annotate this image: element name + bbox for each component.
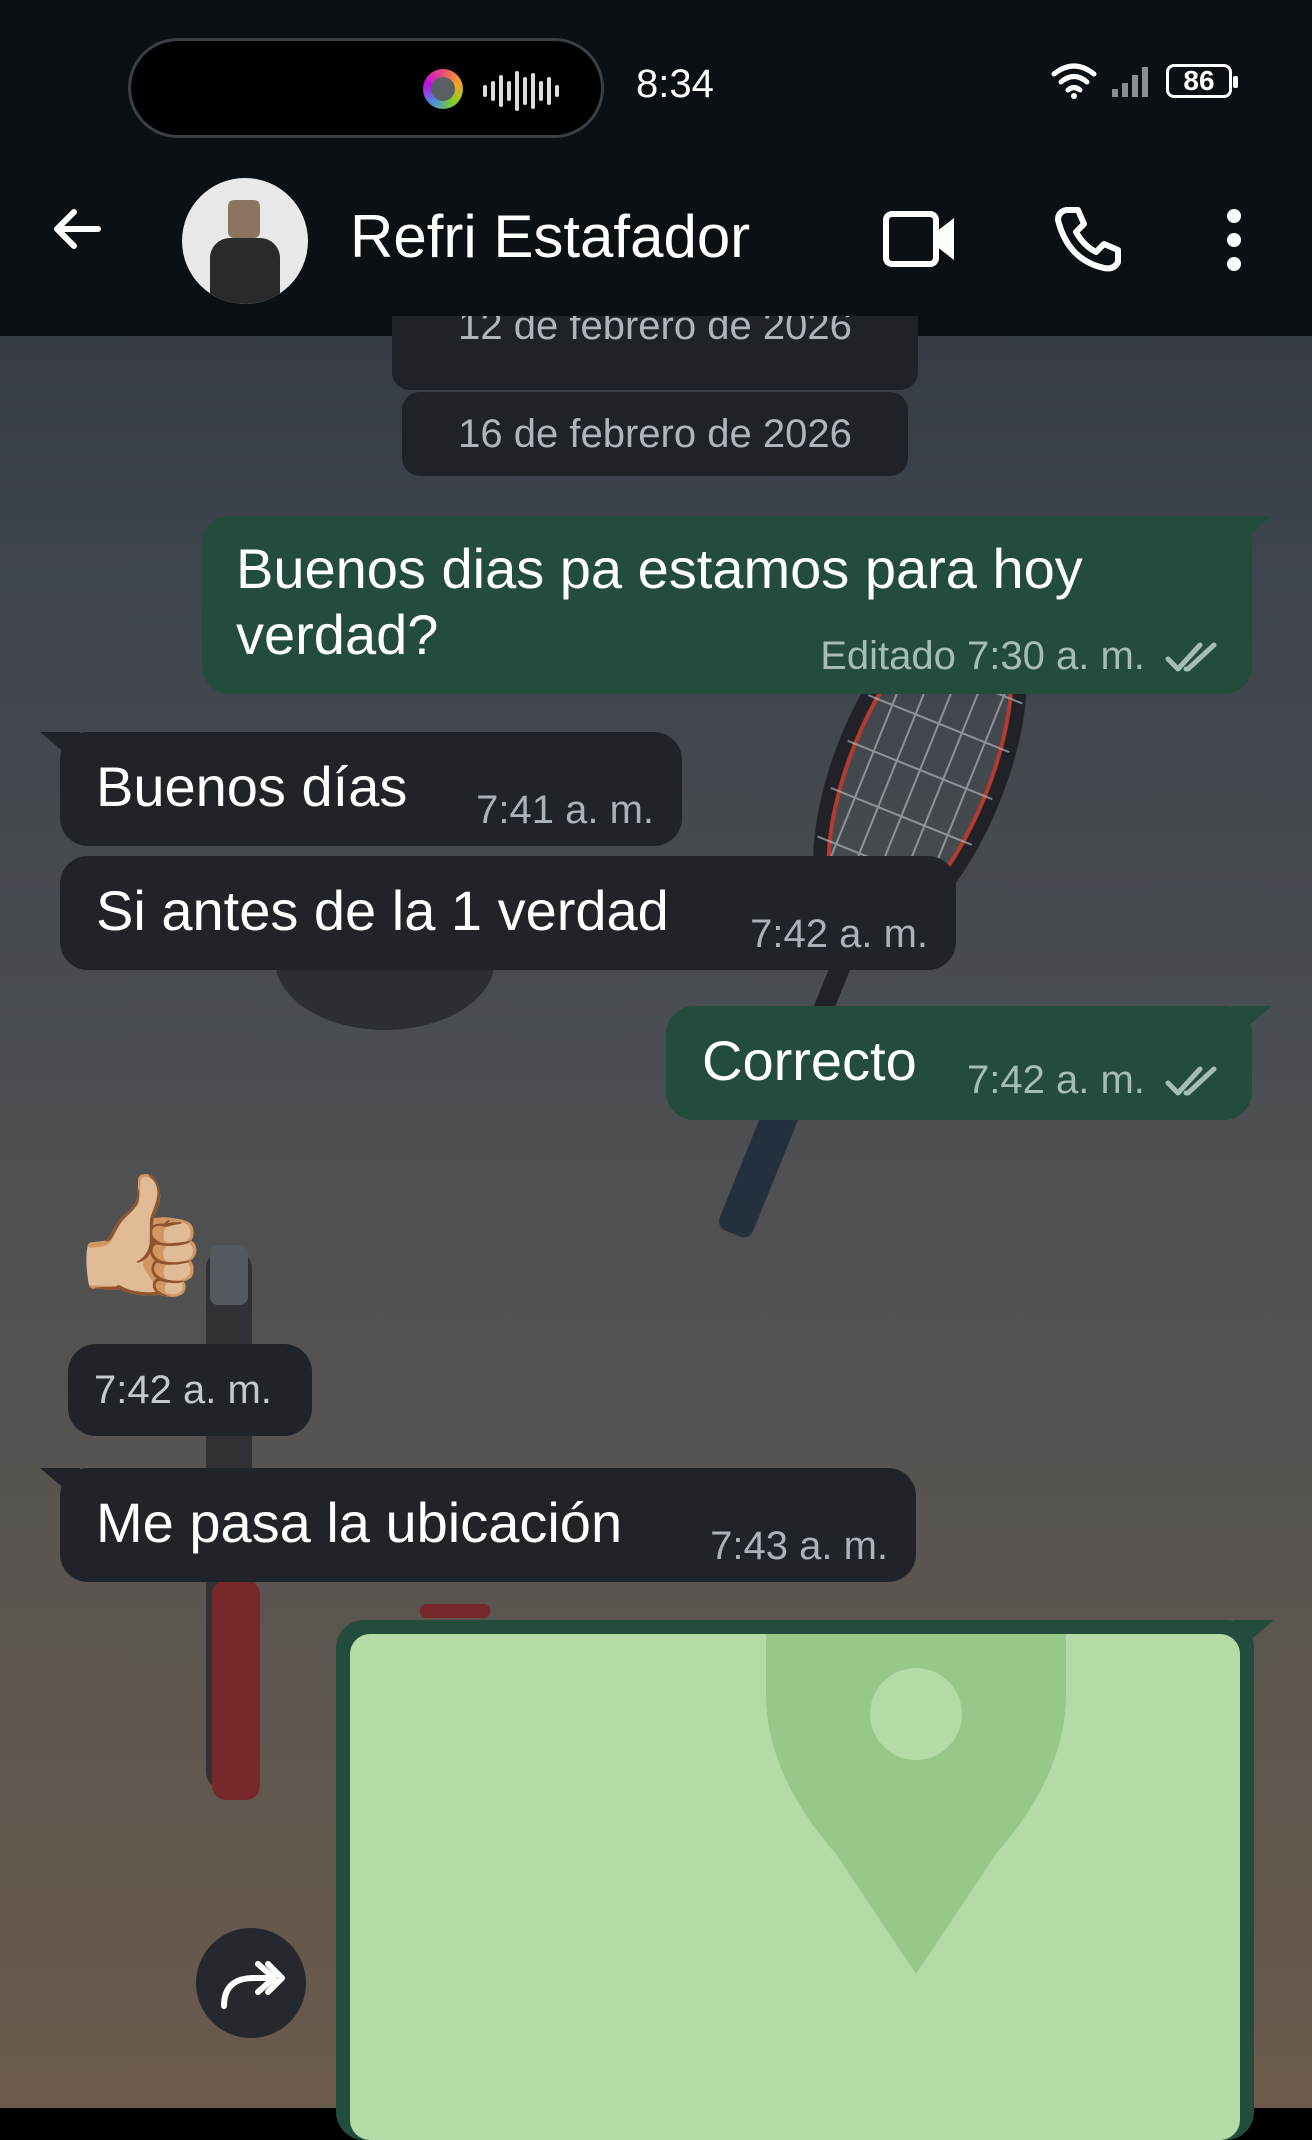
status-time: 8:34 [636, 62, 714, 106]
message-incoming[interactable]: Si antes de la 1 verdad 7:42 a. m. [60, 856, 956, 970]
sticker-time-chip: 7:42 a. m. [68, 1344, 312, 1436]
contact-name[interactable]: Refri Estafador [350, 202, 750, 271]
message-incoming[interactable]: Buenos días 7:41 a. m. [40, 732, 682, 846]
date-separator: 16 de febrero de 2026 [402, 392, 908, 476]
message-text: Correcto [702, 1029, 917, 1092]
wifi-icon [1051, 63, 1097, 99]
status-bar: 8:34 86 [0, 0, 1312, 176]
message-text: Si antes de la 1 verdad [96, 879, 669, 942]
date-separator-partial-text: 12 de febrero de 2026 [458, 316, 852, 348]
back-arrow-icon[interactable] [52, 204, 102, 254]
location-message[interactable] [336, 1620, 1274, 2140]
message-time: 7:42 a. m. [94, 1368, 272, 1412]
thumbs-up-sticker[interactable]: 👍🏼 [66, 1170, 213, 1300]
message-time: 7:42 a. m. [967, 1058, 1145, 1102]
message-outgoing[interactable]: Correcto 7:42 a. m. [666, 1006, 1272, 1120]
voice-call-icon[interactable] [1052, 204, 1122, 274]
audio-wave-icon [483, 71, 559, 111]
battery-icon: 86 [1166, 64, 1238, 98]
video-call-icon[interactable] [882, 210, 958, 268]
message-time: 7:43 a. m. [710, 1524, 888, 1568]
contact-avatar[interactable] [182, 178, 308, 304]
message-meta: Editado 7:30 a. m. [820, 634, 1222, 679]
forward-icon [221, 1961, 285, 2009]
signal-icon [1112, 67, 1148, 97]
message-time: 7:42 a. m. [750, 912, 928, 956]
more-options-icon[interactable] [1222, 208, 1246, 272]
message-meta: 7:42 a. m. [967, 1058, 1222, 1103]
message-incoming[interactable]: Me pasa la ubicación 7:43 a. m. [40, 1468, 916, 1582]
edited-label: Editado [820, 634, 956, 678]
avatar-body [210, 238, 280, 304]
double-check-icon [1165, 642, 1217, 672]
date-separator-partial: 12 de febrero de 2026 [392, 316, 918, 390]
avatar-face-blurred [228, 200, 260, 238]
forward-button[interactable] [196, 1928, 306, 2038]
message-text-line: Buenos dias pa estamos para hoy [236, 537, 1083, 600]
message-text: Buenos días [96, 755, 408, 818]
double-check-icon [1165, 1066, 1217, 1096]
message-text: Me pasa la ubicación [96, 1491, 623, 1554]
map-pin-icon [766, 1634, 1066, 1974]
message-time: 7:41 a. m. [476, 788, 654, 832]
app-indicator-icon [423, 69, 463, 109]
message-outgoing[interactable]: Buenos dias pa estamos para hoy verdad? … [202, 516, 1272, 694]
message-time: 7:30 a. m. [967, 634, 1145, 678]
system-icons: 86 [1050, 62, 1238, 100]
dynamic-island [128, 38, 604, 138]
location-map-preview[interactable] [350, 1634, 1240, 2140]
